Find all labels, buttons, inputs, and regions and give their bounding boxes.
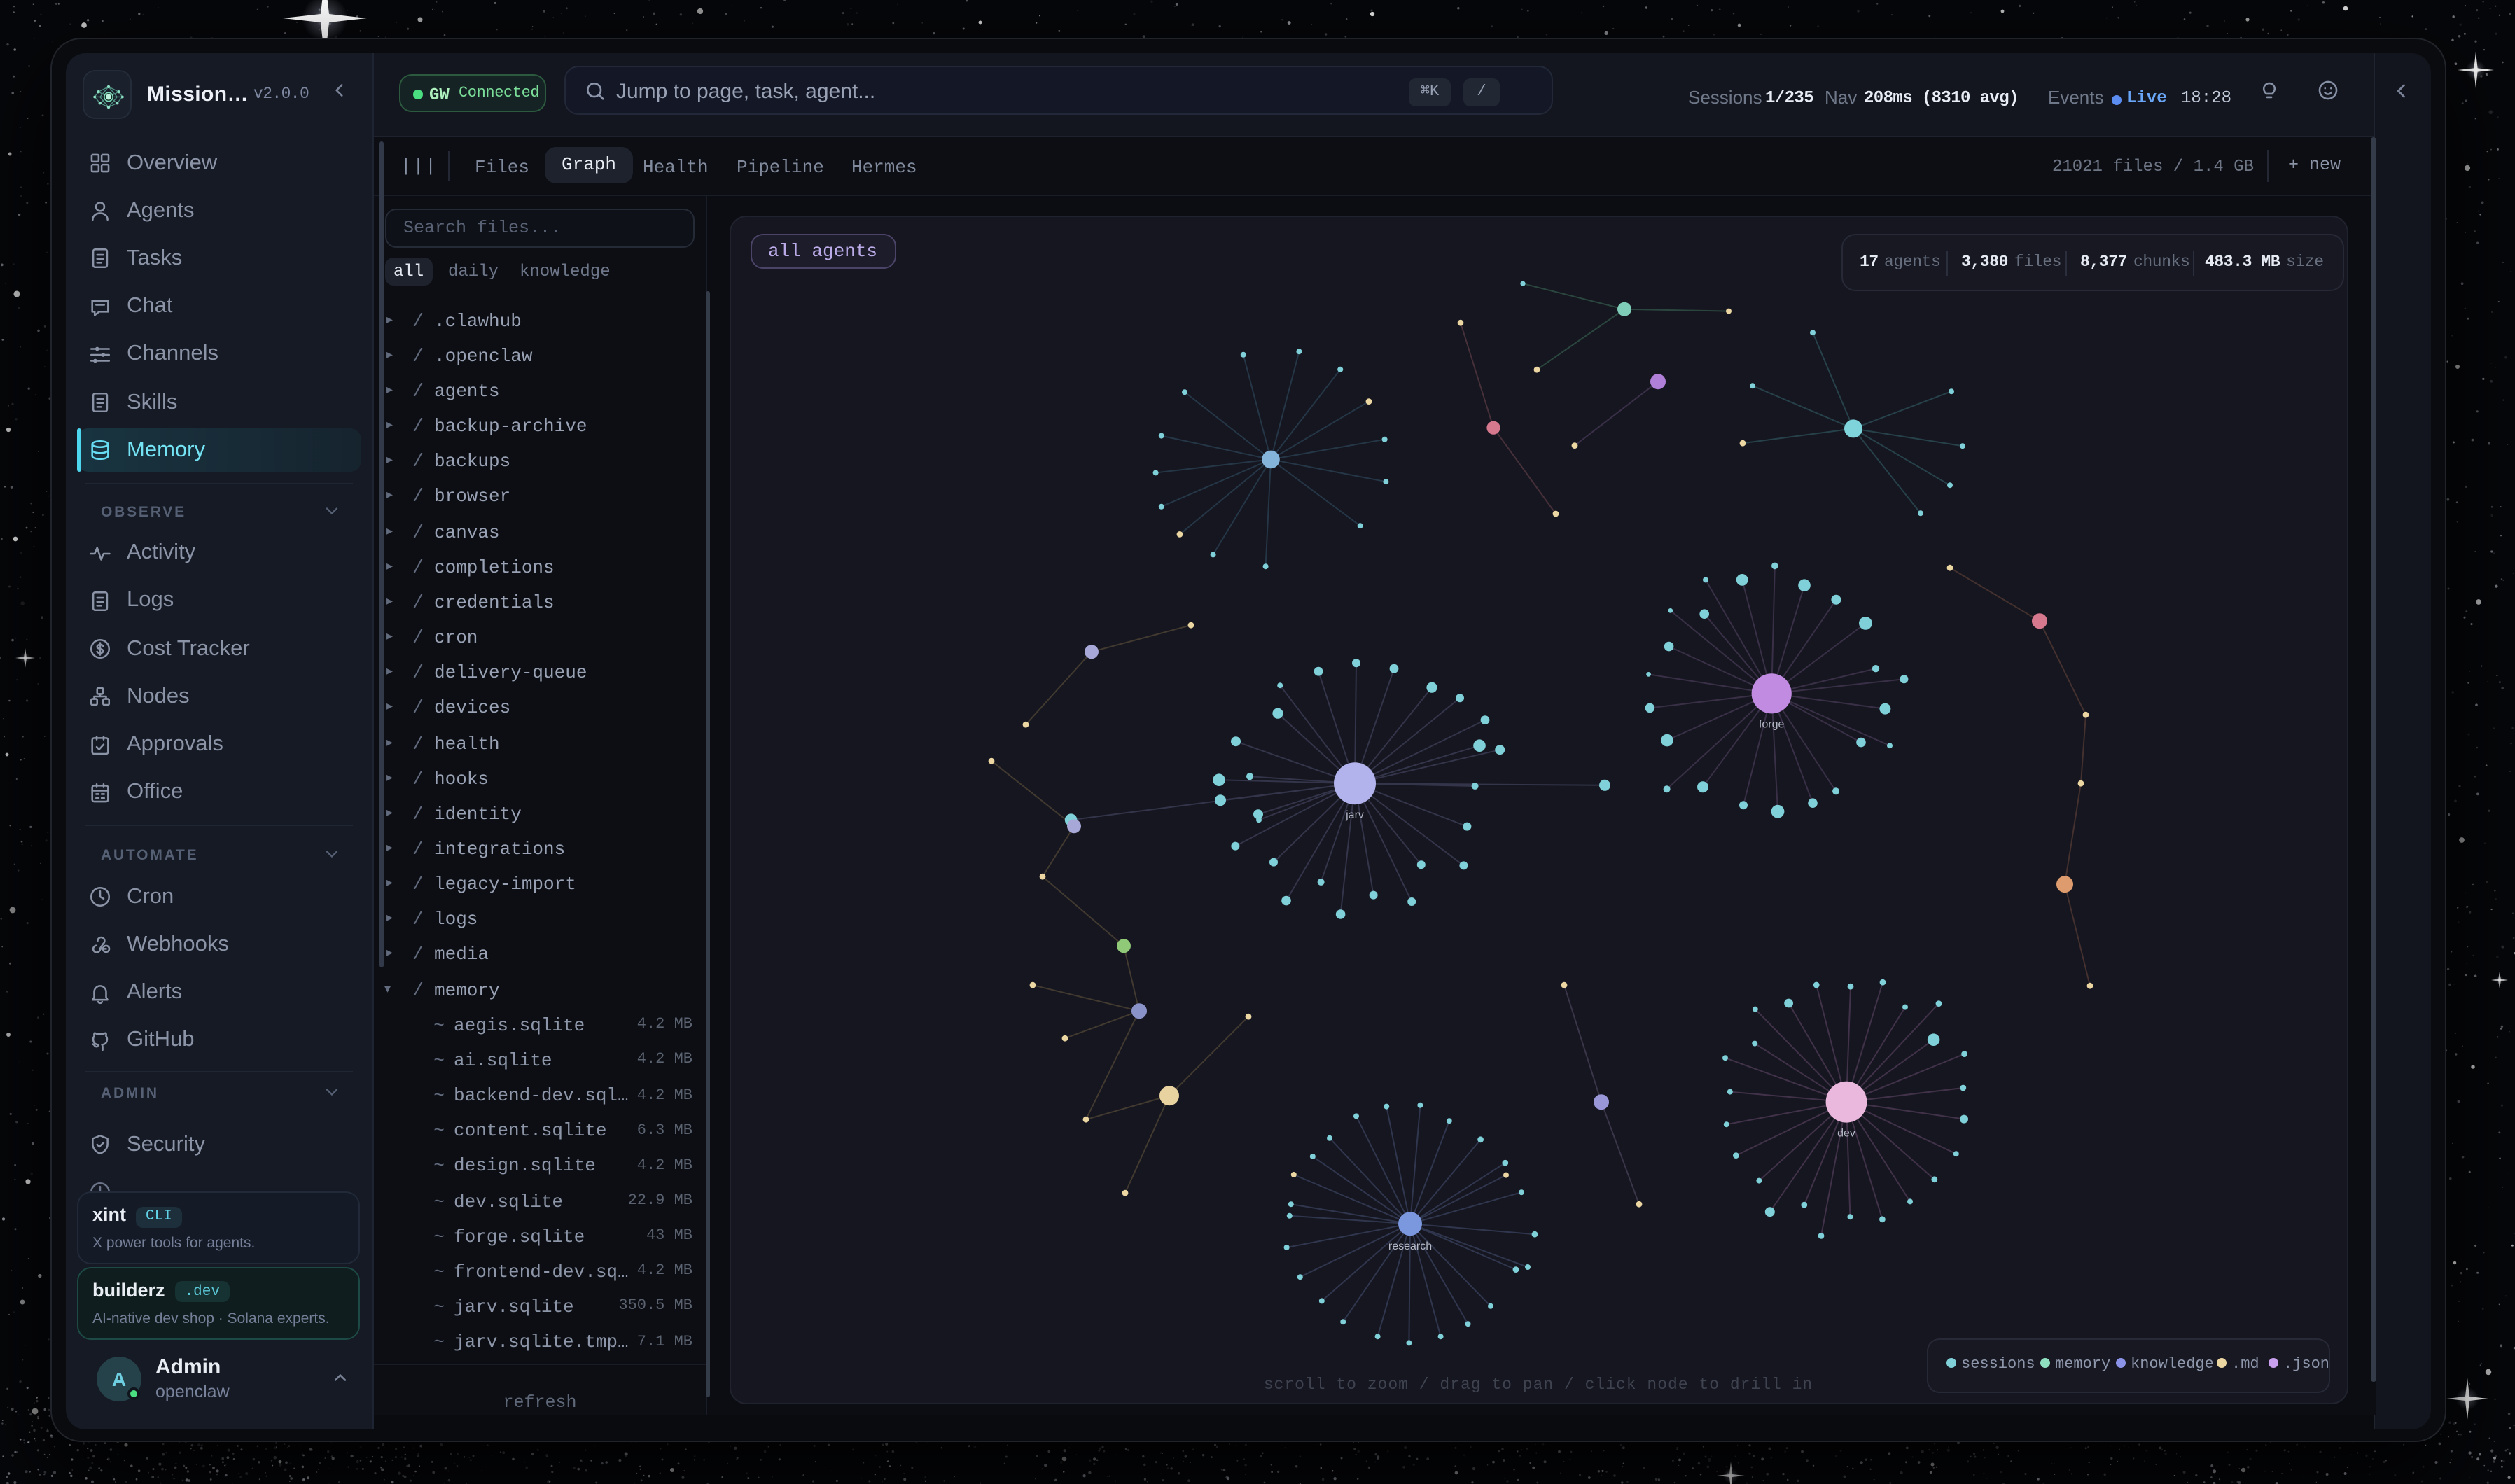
svg-text:forge: forge xyxy=(1758,719,1784,731)
svg-text:dev: dev xyxy=(1837,1128,1855,1140)
svg-text:research: research xyxy=(1388,1241,1431,1253)
svg-text:jarv: jarv xyxy=(1344,810,1363,822)
